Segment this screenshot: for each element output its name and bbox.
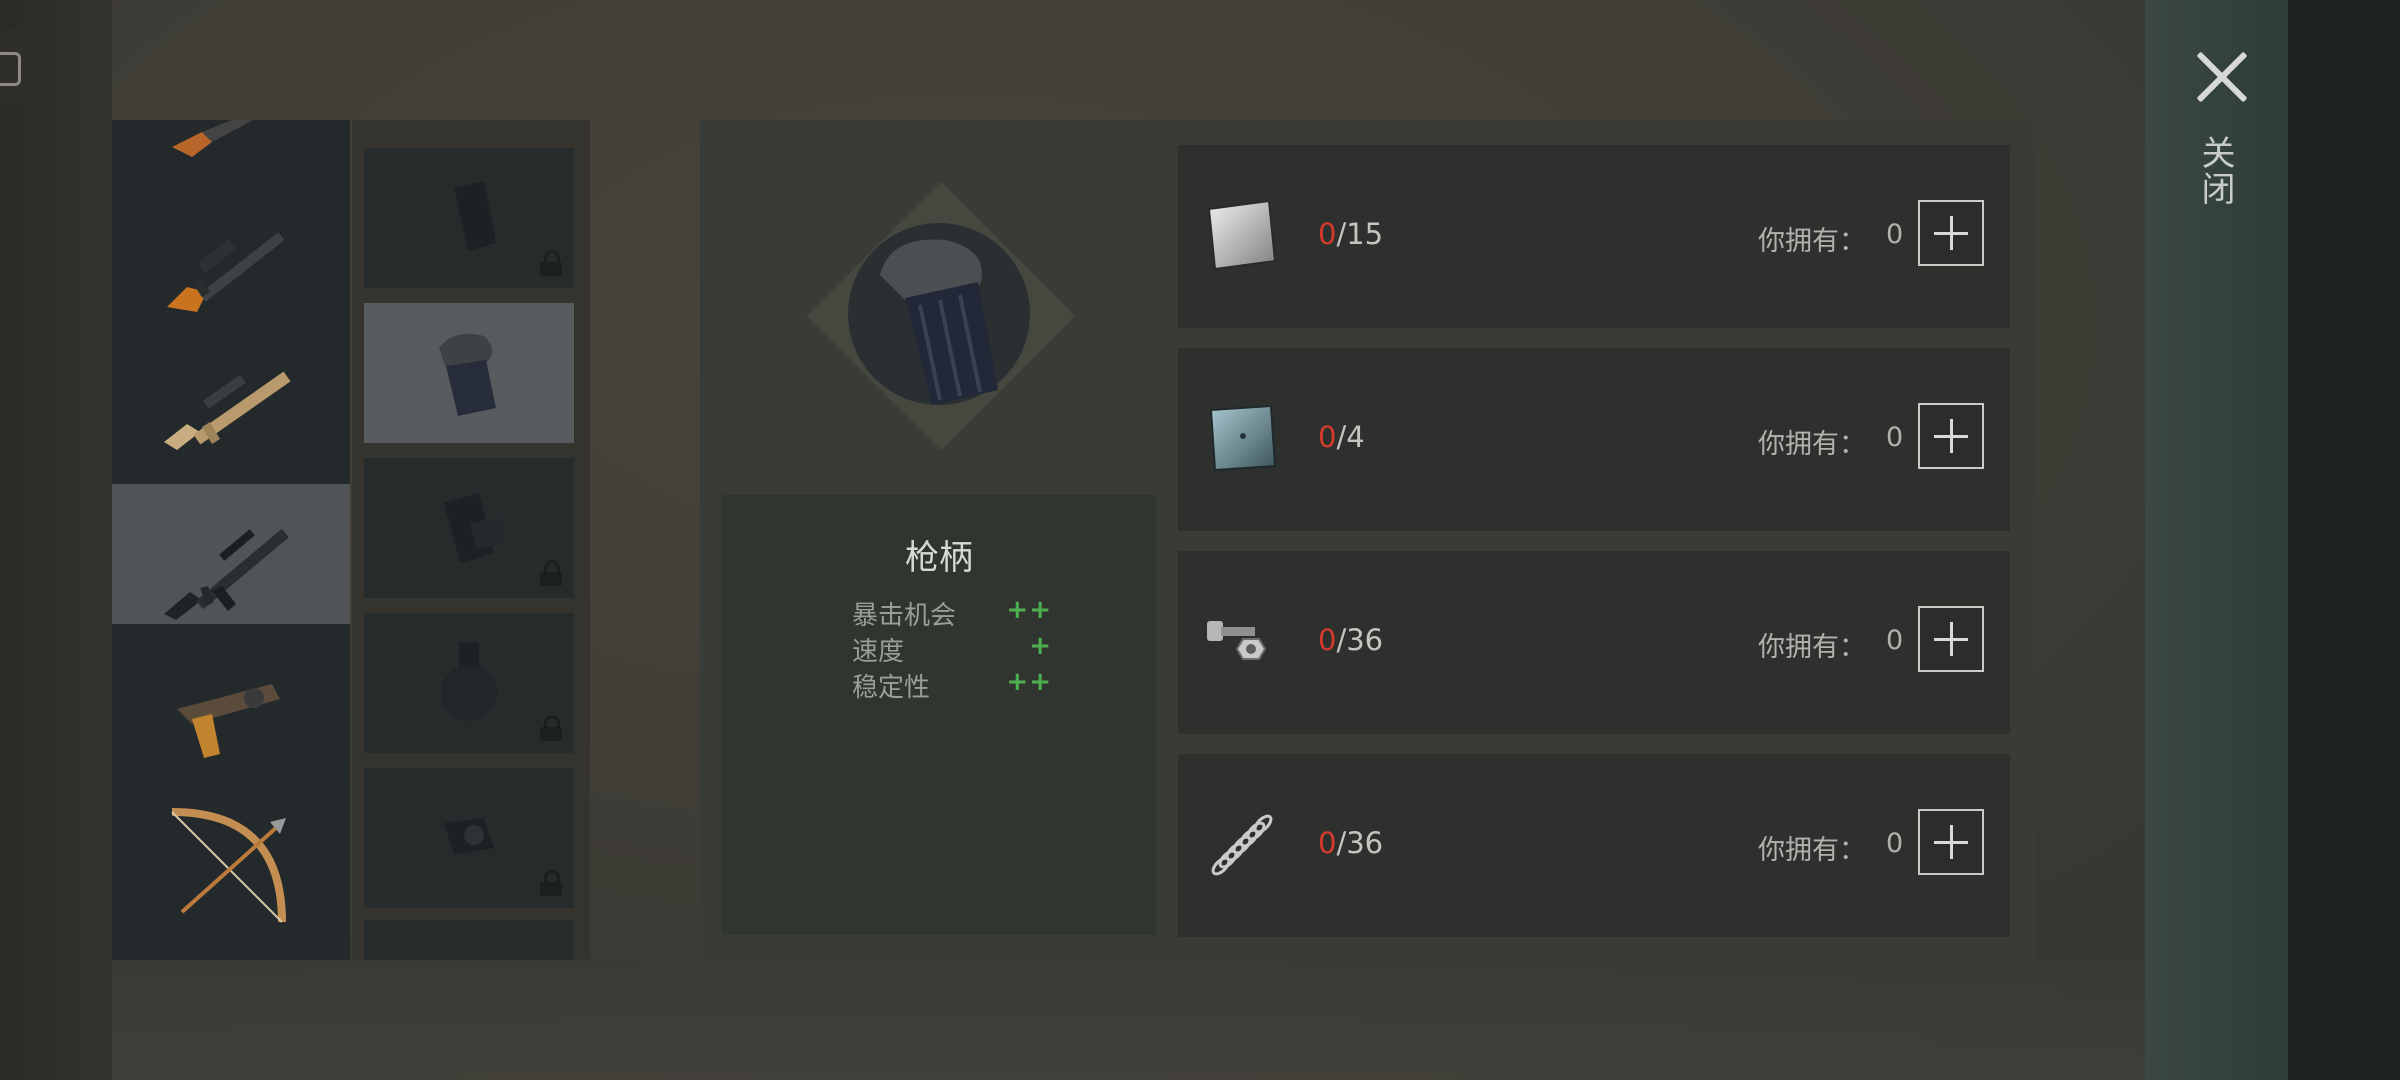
bow-icon <box>171 808 286 923</box>
assault-rifle-tan-icon <box>164 371 291 450</box>
add-material-button[interactable] <box>1918 606 1984 672</box>
material-need: /36 <box>1336 826 1384 860</box>
owned-value: 0 <box>1886 219 1904 250</box>
spring-icon <box>1211 814 1273 876</box>
weapon-item-selected[interactable] <box>112 484 350 624</box>
lock-icon <box>540 715 562 741</box>
material-have: 0 <box>1318 623 1337 657</box>
lock-icon <box>540 560 562 586</box>
stat-label: 稳定性 <box>852 673 931 703</box>
attachment-item-selected[interactable] <box>364 303 574 443</box>
attachment-item[interactable] <box>364 920 574 960</box>
lock-icon <box>540 870 562 896</box>
material-need: /15 <box>1336 217 1384 251</box>
material-need: /36 <box>1336 623 1384 657</box>
attachment-list[interactable] <box>352 120 590 960</box>
owned-label: 你拥有： <box>1758 835 1866 866</box>
grip-icon <box>439 333 496 416</box>
material-have: 0 <box>1318 826 1337 860</box>
add-material-button[interactable] <box>1918 809 1984 875</box>
add-material-button[interactable] <box>1918 200 1984 266</box>
grip-icon <box>880 239 998 405</box>
exit-icon[interactable] <box>0 30 55 105</box>
sight-icon <box>444 818 494 855</box>
material-count: 0/36 <box>1318 826 1383 860</box>
selection-pointer <box>328 532 350 580</box>
material-have: 0 <box>1318 217 1337 251</box>
material-count: 0/36 <box>1318 623 1383 657</box>
sniper-rifle-icon <box>167 232 285 312</box>
weapon-item[interactable] <box>112 930 350 960</box>
stat-value: ++ <box>1006 667 1052 697</box>
attachment-item[interactable] <box>364 148 574 288</box>
owned-label: 你拥有： <box>1758 226 1866 257</box>
close-icon[interactable] <box>2195 50 2249 104</box>
material-count: 0/15 <box>1318 217 1383 251</box>
bolt-nut-icon <box>1207 621 1267 660</box>
add-material-button[interactable] <box>1918 403 1984 469</box>
owned-label: 你拥有： <box>1758 632 1866 663</box>
weapon-item[interactable] <box>112 120 350 180</box>
stat-value: ++ <box>1006 595 1052 625</box>
weapon-item[interactable] <box>112 790 350 930</box>
weapon-item[interactable] <box>112 642 350 782</box>
magazine-icon <box>454 181 496 251</box>
attachment-item[interactable] <box>364 458 574 598</box>
stat-row: 暴击机会 ++ <box>852 595 1052 631</box>
bottom-strip <box>112 960 2145 1080</box>
attachment-item[interactable] <box>364 613 574 753</box>
material-have: 0 <box>1318 420 1337 454</box>
stat-row: 稳定性 ++ <box>852 667 1052 703</box>
stat-value: + <box>1029 631 1052 661</box>
weapon-list[interactable] <box>112 120 350 960</box>
material-count: 0/4 <box>1318 420 1365 454</box>
part-preview <box>790 165 1090 465</box>
weapon-item[interactable] <box>112 320 350 460</box>
attachment-item[interactable] <box>364 768 574 908</box>
stat-label: 速度 <box>852 637 905 667</box>
pistol-icon <box>177 684 280 758</box>
assault-rifle-m16-icon <box>164 528 289 620</box>
lock-icon <box>540 250 562 276</box>
extended-magazine-icon <box>444 493 506 563</box>
material-row: 0/4 你拥有： 0 <box>1178 348 2010 531</box>
right-edge <box>2145 0 2400 1080</box>
material-need: /4 <box>1336 420 1365 454</box>
stat-label: 暴击机会 <box>852 601 957 631</box>
part-name: 枪柄 <box>905 538 973 578</box>
material-row: 0/36 你拥有： 0 <box>1178 551 2010 734</box>
owned-value: 0 <box>1886 625 1904 656</box>
close-label[interactable]: 关闭 <box>2195 135 2240 215</box>
metal-sheet-icon <box>1207 199 1277 271</box>
left-edge <box>0 0 112 1080</box>
weapon-item[interactable] <box>112 180 350 320</box>
material-row: 0/15 你拥有： 0 <box>1178 145 2010 328</box>
owned-label: 你拥有： <box>1758 429 1866 460</box>
part-stats-box: 枪柄 暴击机会 ++ 速度 + 稳定性 ++ <box>722 495 1156 935</box>
owned-value: 0 <box>1886 828 1904 859</box>
metal-plate-icon <box>1209 404 1277 472</box>
stat-row: 速度 + <box>852 631 1052 667</box>
owned-value: 0 <box>1886 422 1904 453</box>
rifle-partial-icon <box>172 120 254 157</box>
material-row: 0/36 你拥有： 0 <box>1178 754 2010 937</box>
drum-magazine-icon <box>441 643 497 721</box>
